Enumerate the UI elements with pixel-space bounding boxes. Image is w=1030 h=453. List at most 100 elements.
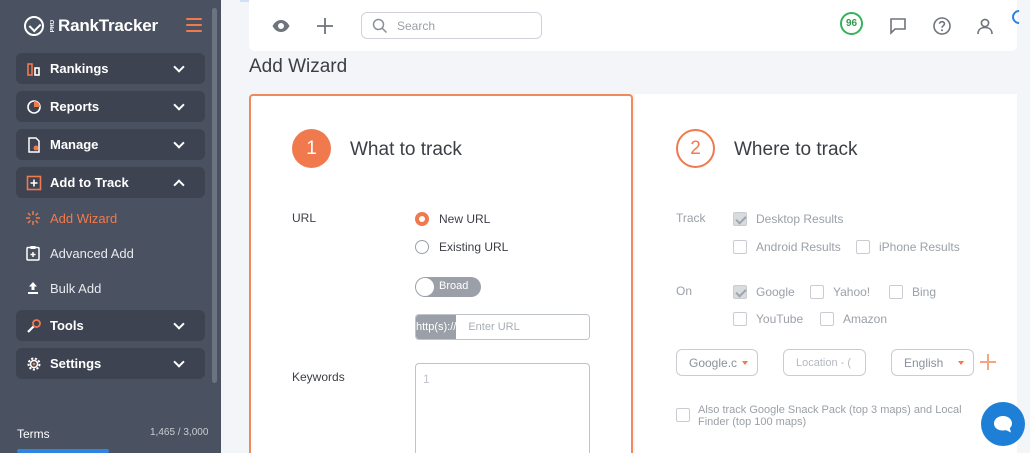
step-1-title: What to track (350, 139, 462, 160)
radio-label: Existing URL (439, 240, 509, 254)
language-select-value: English (904, 355, 944, 370)
nav-manage[interactable]: Manage (16, 129, 205, 160)
check-android-results[interactable]: Android Results (733, 240, 841, 254)
sub-item-bulk-add[interactable]: Bulk Add (24, 278, 101, 298)
caret-down-icon (958, 361, 964, 365)
engine-select-value: Google.c (689, 355, 738, 370)
checkbox (733, 240, 747, 254)
checkbox (733, 285, 747, 299)
nav-label: Add to Track (50, 175, 129, 190)
add-plus-icon[interactable] (315, 16, 335, 36)
sub-item-label: Add Wizard (50, 210, 118, 226)
nav-tools[interactable]: Tools (16, 310, 205, 341)
sub-item-label: Advanced Add (50, 245, 134, 261)
chat-bubble-icon[interactable] (888, 16, 908, 36)
check-google[interactable]: Google (733, 285, 795, 299)
sidebar: PRO RankTracker Rankings Reports Manage … (0, 0, 221, 453)
add-location-plus-icon[interactable] (980, 354, 996, 370)
check-desktop-results[interactable]: Desktop Results (733, 212, 843, 226)
radio-new-url[interactable]: New URL (415, 212, 490, 226)
track-label: Track (676, 211, 706, 225)
nav-reports[interactable]: Reports (16, 91, 205, 122)
terms-usage-bar (17, 449, 109, 453)
checkbox (733, 312, 747, 326)
check-label: iPhone Results (879, 240, 960, 254)
search-input[interactable] (397, 17, 532, 35)
toggle-knob (416, 278, 434, 296)
check-youtube[interactable]: YouTube (733, 312, 803, 326)
toggle-label: Broad (439, 280, 469, 292)
check-label: Bing (912, 285, 937, 299)
checkbox (676, 408, 690, 422)
location-select-placeholder: Location - ( (796, 356, 852, 369)
file-gear-icon (26, 136, 42, 153)
check-label: Desktop Results (756, 212, 844, 226)
check-label: Google (756, 285, 795, 299)
check-amazon[interactable]: Amazon (820, 312, 887, 326)
check-label: Amazon (843, 312, 888, 326)
chevron-down-icon (173, 61, 185, 73)
chevron-down-icon (173, 99, 185, 111)
location-select[interactable]: Location - ( (783, 349, 866, 376)
chevron-down-icon (173, 356, 185, 368)
radio-dot (415, 212, 429, 226)
chevron-up-icon (173, 179, 185, 191)
sub-item-advanced-add[interactable]: Advanced Add (24, 243, 134, 263)
engine-select[interactable]: Google.c (676, 349, 758, 376)
chevron-down-icon (173, 318, 185, 330)
nav-settings[interactable]: Settings (16, 348, 205, 379)
nav-label: Settings (50, 356, 102, 371)
nav-add-to-track[interactable]: Add to Track (16, 167, 205, 198)
checkbox (733, 212, 747, 226)
sub-item-add-wizard[interactable]: Add Wizard (24, 208, 117, 228)
help-icon[interactable] (932, 16, 952, 36)
terms-count: 1,465 / 3,000 (150, 427, 209, 438)
checkbox (856, 240, 870, 254)
wrench-icon (26, 318, 42, 334)
score-badge[interactable]: 96 (840, 12, 863, 35)
check-yahoo[interactable]: Yahoo! (810, 285, 870, 299)
radio-existing-url[interactable]: Existing URL (415, 240, 508, 254)
check-iphone-results[interactable]: iPhone Results (856, 240, 960, 254)
url-prefix: http(s):// (416, 315, 457, 339)
eye-icon[interactable] (271, 16, 291, 36)
clipboard-plus-icon (24, 244, 42, 262)
nav-label: Reports (50, 99, 100, 114)
logo-pro-tag: PRO (50, 19, 56, 33)
sub-item-label: Bulk Add (50, 280, 102, 296)
live-chat-button[interactable] (981, 402, 1025, 446)
sparkle-icon (24, 209, 42, 227)
broad-toggle[interactable]: Broad (415, 277, 481, 297)
url-label: URL (292, 211, 317, 225)
search-icon (372, 18, 388, 39)
url-input[interactable] (456, 315, 589, 339)
on-label: On (676, 284, 693, 298)
page-title: Add Wizard (249, 56, 348, 77)
app-logo[interactable]: PRO RankTracker (24, 14, 158, 38)
checkbox (889, 285, 903, 299)
nav-label: Tools (50, 318, 84, 333)
plus-square-icon (26, 175, 42, 191)
keywords-textarea[interactable] (415, 363, 590, 453)
hamburger-menu-icon[interactable] (186, 18, 202, 32)
terms-label: Terms (17, 427, 50, 441)
bar-chart-icon (26, 61, 42, 77)
upload-icon (24, 279, 42, 297)
checkbox (810, 285, 824, 299)
logo-check-icon (24, 16, 44, 36)
search-box[interactable] (361, 12, 542, 39)
radio-dot (415, 240, 429, 254)
user-icon[interactable] (975, 16, 995, 36)
sidebar-scrollbar[interactable] (212, 8, 217, 383)
gear-icon (26, 356, 42, 372)
check-bing[interactable]: Bing (889, 285, 936, 299)
nav-label: Manage (50, 137, 99, 152)
caret-down-icon (742, 361, 748, 365)
pie-chart-icon (26, 99, 42, 115)
radio-label: New URL (439, 212, 491, 226)
keywords-label: Keywords (292, 370, 345, 384)
nav-rankings[interactable]: Rankings (16, 53, 205, 84)
chat-icon (994, 416, 1012, 433)
check-label: Yahoo! (833, 285, 871, 299)
language-select[interactable]: English (891, 349, 974, 376)
